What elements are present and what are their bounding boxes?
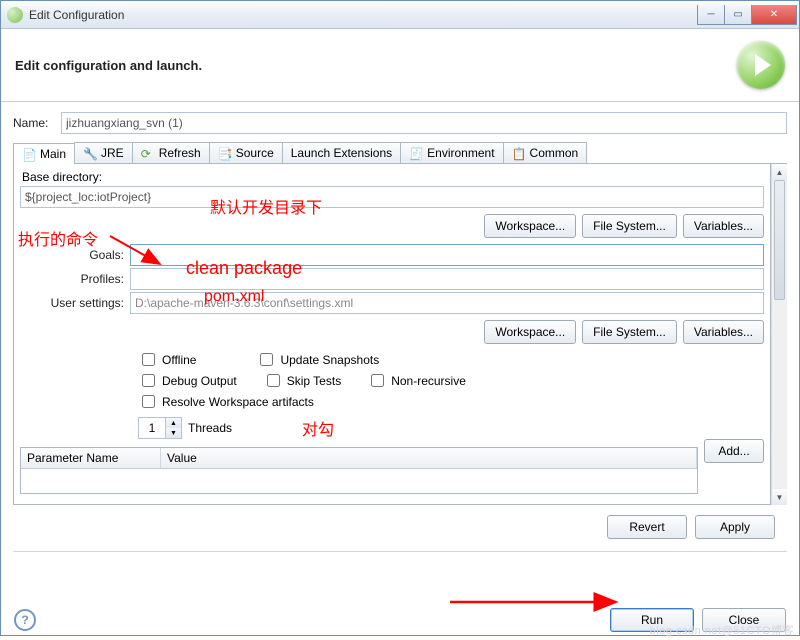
revert-button[interactable]: Revert <box>607 515 687 539</box>
dialog-title: Edit configuration and launch. <box>15 58 737 73</box>
usersettings-filesystem-button[interactable]: File System... <box>582 320 677 344</box>
basedir-filesystem-button[interactable]: File System... <box>582 214 677 238</box>
panel-scrollbar[interactable]: ▲ ▼ <box>771 164 787 505</box>
app-icon <box>7 7 23 23</box>
dialog-header: Edit configuration and launch. <box>1 29 799 102</box>
tab-environment[interactable]: 🧾Environment <box>400 142 503 163</box>
spinner-up-icon[interactable]: ▲ <box>166 418 181 428</box>
update-snapshots-checkbox[interactable]: Update Snapshots <box>256 350 379 369</box>
common-tab-icon: 📋 <box>512 147 526 159</box>
tab-jre[interactable]: 🔧JRE <box>74 142 133 163</box>
goals-label: Goals: <box>20 248 130 262</box>
scroll-thumb[interactable] <box>774 180 785 300</box>
source-tab-icon: 📑 <box>218 147 232 159</box>
minimize-button[interactable]: ─ <box>697 5 725 25</box>
main-tab-icon: 📄 <box>22 148 36 160</box>
spinner-down-icon[interactable]: ▼ <box>166 428 181 438</box>
col-parameter-name[interactable]: Parameter Name <box>21 448 161 468</box>
maximize-button[interactable]: ▭ <box>724 5 752 25</box>
basedir-input[interactable] <box>20 186 764 208</box>
goals-input[interactable] <box>130 244 764 266</box>
name-label: Name: <box>13 116 61 130</box>
name-input[interactable] <box>61 112 787 134</box>
tab-main[interactable]: 📄Main <box>13 143 75 164</box>
basedir-workspace-button[interactable]: Workspace... <box>484 214 576 238</box>
tab-refresh[interactable]: ⟳Refresh <box>132 142 210 163</box>
profiles-input[interactable] <box>130 268 764 290</box>
run-icon <box>737 41 785 89</box>
offline-checkbox[interactable]: Offline <box>138 350 196 369</box>
threads-label: Threads <box>188 421 232 435</box>
tab-launch-extensions[interactable]: Launch Extensions <box>282 142 401 163</box>
table-body[interactable] <box>21 469 697 493</box>
debug-output-checkbox[interactable]: Debug Output <box>138 371 237 390</box>
usersettings-workspace-button[interactable]: Workspace... <box>484 320 576 344</box>
usersettings-variables-button[interactable]: Variables... <box>683 320 764 344</box>
col-value[interactable]: Value <box>161 448 697 468</box>
tab-source[interactable]: 📑Source <box>209 142 283 163</box>
scroll-down-icon[interactable]: ▼ <box>772 489 787 505</box>
environment-tab-icon: 🧾 <box>409 147 423 159</box>
apply-button[interactable]: Apply <box>695 515 775 539</box>
profiles-label: Profiles: <box>20 272 130 286</box>
title-bar: Edit Configuration ─ ▭ ✕ <box>1 1 799 29</box>
resolve-workspace-checkbox[interactable]: Resolve Workspace artifacts <box>138 392 314 411</box>
jre-tab-icon: 🔧 <box>83 147 97 159</box>
window-title: Edit Configuration <box>29 8 698 22</box>
refresh-tab-icon: ⟳ <box>141 147 155 159</box>
threads-spinner[interactable]: 1 ▲▼ <box>138 417 182 439</box>
scroll-up-icon[interactable]: ▲ <box>772 164 787 180</box>
window-close-button[interactable]: ✕ <box>751 5 797 25</box>
usersettings-label: User settings: <box>20 296 130 310</box>
main-panel: Base directory: Workspace... File System… <box>13 164 771 505</box>
skip-tests-checkbox[interactable]: Skip Tests <box>263 371 341 390</box>
basedir-variables-button[interactable]: Variables... <box>683 214 764 238</box>
add-button[interactable]: Add... <box>704 439 764 463</box>
non-recursive-checkbox[interactable]: Non-recursive <box>367 371 466 390</box>
run-button[interactable]: Run <box>610 608 694 632</box>
usersettings-input[interactable] <box>130 292 764 314</box>
tab-bar: 📄Main 🔧JRE ⟳Refresh 📑Source Launch Exten… <box>13 142 787 164</box>
close-button[interactable]: Close <box>702 608 786 632</box>
basedir-label: Base directory: <box>22 170 764 184</box>
parameters-table: Parameter Name Value <box>20 447 698 494</box>
help-icon[interactable]: ? <box>14 609 36 631</box>
tab-common[interactable]: 📋Common <box>503 142 588 163</box>
